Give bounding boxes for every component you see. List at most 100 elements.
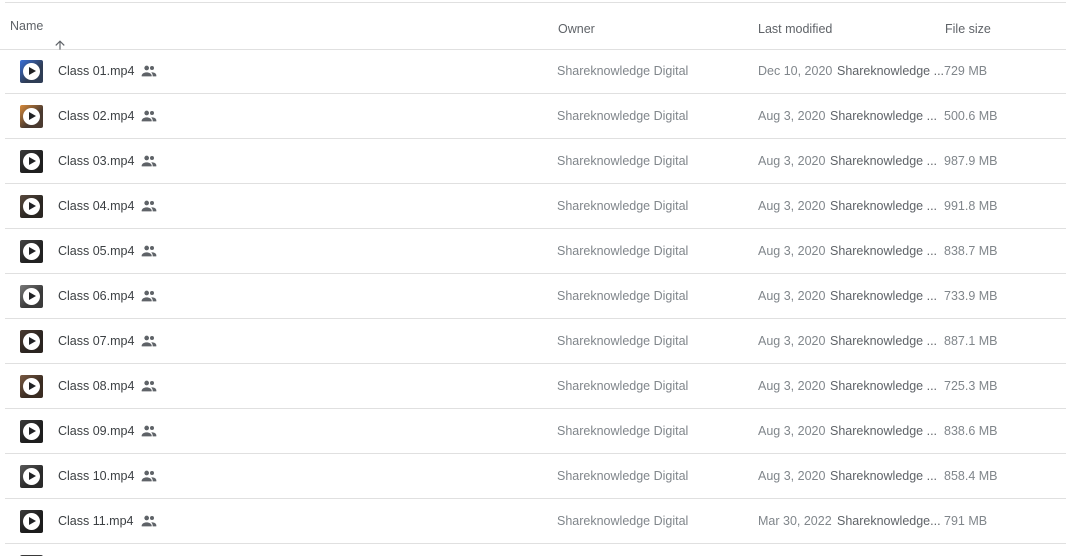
file-row[interactable]: Class 01.mp4 Shareknowledge Digital Dec 10… [5,49,1066,94]
file-size: 991.8 MB [944,199,998,213]
file-name[interactable]: Class 02.mp4 [58,94,134,138]
file-name[interactable]: Class 07.mp4 [58,319,134,363]
file-name[interactable]: Class 08.mp4 [58,364,134,408]
last-modified-by: Shareknowledge ... [830,244,938,258]
file-owner: Shareknowledge Digital [557,109,689,123]
video-thumbnail [20,510,43,533]
last-modified-by: Shareknowledge ... [830,334,938,348]
file-row[interactable]: Class 06.mp4 Shareknowledge Digital Aug 3,… [5,274,1066,319]
file-rows: Class 01.mp4 Shareknowledge Digital Dec 10… [0,49,1066,556]
file-name[interactable]: Class 03.mp4 [58,139,134,183]
people-icon [141,244,157,257]
file-owner: Shareknowledge Digital [557,289,689,303]
file-size: 733.9 MB [944,289,998,303]
last-modified-by: Shareknowledge ... [830,154,938,168]
people-icon [141,289,157,302]
file-name[interactable]: Class 01.mp4 [58,49,134,93]
last-modified-date: Aug 3, 2020 [758,424,826,438]
file-owner: Shareknowledge Digital [557,154,689,168]
video-play-icon [23,153,40,170]
people-icon [141,109,157,122]
file-list: Name Owner Last modified File size Class… [0,0,1066,556]
file-name[interactable]: Class 11.mp4 [58,499,134,543]
last-modified-by: Shareknowledge... [837,514,941,528]
last-modified-date: Aug 3, 2020 [758,334,826,348]
file-row[interactable]: Class 08.mp4 Shareknowledge Digital Aug 3,… [5,364,1066,409]
last-modified-date: Aug 3, 2020 [758,469,826,483]
video-thumbnail [20,240,43,263]
file-size: 791 MB [944,514,988,528]
file-row[interactable]: Class 10.mp4 Shareknowledge Digital Aug 3,… [5,454,1066,499]
video-thumbnail [20,465,43,488]
file-row[interactable]: Class 05.mp4 Shareknowledge Digital Aug 3,… [5,229,1066,274]
file-row[interactable]: Class 07.mp4 Shareknowledge Digital Aug 3,… [5,319,1066,364]
video-thumbnail [20,150,43,173]
file-owner: Shareknowledge Digital [557,514,689,528]
video-play-icon [23,288,40,305]
video-thumbnail [20,105,43,128]
video-thumbnail [20,420,43,443]
file-row[interactable]: Class 04.mp4 Shareknowledge Digital Aug 3,… [5,184,1066,229]
people-icon [141,424,157,437]
file-size: 838.7 MB [944,244,998,258]
last-modified-date: Aug 3, 2020 [758,199,826,213]
video-thumbnail [20,330,43,353]
file-owner: Shareknowledge Digital [557,469,689,483]
last-modified-by: Shareknowledge ... [830,424,938,438]
column-header-last-modified-label: Last modified [758,22,833,36]
file-name[interactable]: Class 10.mp4 [58,454,134,498]
file-name[interactable]: Class 05.mp4 [58,229,134,273]
people-icon [141,199,157,212]
column-header-file-size[interactable]: File size [945,3,991,49]
video-play-icon [23,513,40,530]
video-play-icon [23,378,40,395]
last-modified-by: Shareknowledge ... [830,109,938,123]
last-modified-date: Aug 3, 2020 [758,154,826,168]
people-icon [141,379,157,392]
file-size: 729 MB [944,64,988,78]
column-header-owner-label: Owner [558,22,595,36]
video-thumbnail [20,195,43,218]
video-play-icon [23,63,40,80]
last-modified-by: Shareknowledge ... [830,289,938,303]
file-owner: Shareknowledge Digital [557,379,689,393]
column-header-name[interactable]: Name [10,3,67,50]
file-size: 858.4 MB [944,469,998,483]
file-owner: Shareknowledge Digital [557,244,689,258]
people-icon [141,154,157,167]
column-header-name-label: Name [10,19,44,33]
last-modified-by: Shareknowledge ... [837,64,945,78]
people-icon [141,334,157,347]
file-size: 500.6 MB [944,109,998,123]
file-row[interactable]: Class 11.mp4 Shareknowledge Digital Mar 30… [5,499,1066,544]
last-modified-date: Aug 3, 2020 [758,244,826,258]
column-header-last-modified[interactable]: Last modified [758,3,832,49]
file-name[interactable]: Class 09.mp4 [58,409,134,453]
video-thumbnail [20,60,43,83]
file-size: 725.3 MB [944,379,998,393]
file-name[interactable]: Class 04.mp4 [58,184,134,228]
file-size: 887.1 MB [944,334,998,348]
file-name[interactable]: Class 06.mp4 [58,274,134,318]
file-size: 838.6 MB [944,424,998,438]
column-header-row: Name Owner Last modified File size [0,3,1066,50]
file-row[interactable]: Class 03.mp4 Shareknowledge Digital Aug 3,… [5,139,1066,184]
file-row[interactable] [5,544,1066,556]
last-modified-date: Dec 10, 2020 [758,64,833,78]
file-row[interactable]: Class 09.mp4 Shareknowledge Digital Aug 3,… [5,409,1066,454]
column-header-owner[interactable]: Owner [558,3,595,49]
video-thumbnail [20,375,43,398]
file-owner: Shareknowledge Digital [557,64,689,78]
last-modified-date: Mar 30, 2022 [758,514,832,528]
people-icon [141,514,157,527]
last-modified-by: Shareknowledge ... [830,379,938,393]
video-play-icon [23,108,40,125]
last-modified-by: Shareknowledge ... [830,199,938,213]
last-modified-date: Aug 3, 2020 [758,379,826,393]
video-thumbnail [20,285,43,308]
arrow-up-icon[interactable] [53,22,67,50]
last-modified-date: Aug 3, 2020 [758,109,826,123]
column-header-file-size-label: File size [945,22,991,36]
video-play-icon [23,423,40,440]
file-row[interactable]: Class 02.mp4 Shareknowledge Digital Aug 3,… [5,94,1066,139]
